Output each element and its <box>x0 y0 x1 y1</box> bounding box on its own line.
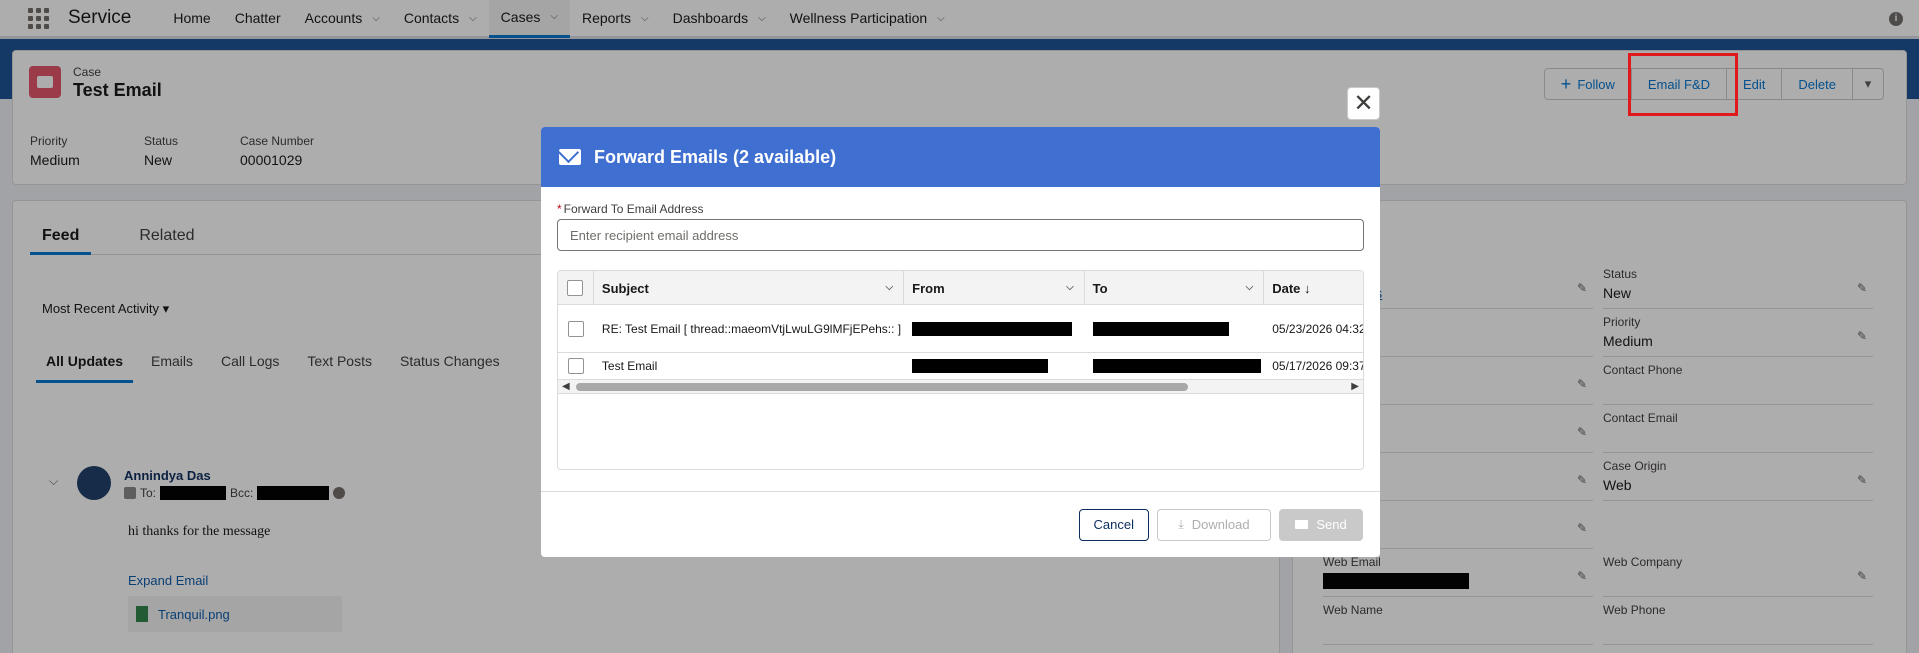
horizontal-scrollbar[interactable]: ◀ ▶ <box>558 380 1363 394</box>
table-row[interactable]: RE: Test Email [ thread::maeomVtjLwuLG9l… <box>558 305 1363 353</box>
emails-table: Subject ⌵ From ⌵ To ⌵ Date ↓ RE: Test Email… <box>557 270 1364 470</box>
date-cell: 05/17/2026 09:37 AM <box>1272 359 1363 373</box>
download-icon: ⤓ <box>1178 517 1184 531</box>
to-cell <box>1085 353 1265 379</box>
row-select-cell <box>558 305 594 352</box>
forward-to-label: * Forward To Email Address <box>557 202 1364 216</box>
table-row[interactable]: Test Email 05/17/2026 09:37 AM <box>558 353 1363 380</box>
column-header-to[interactable]: To ⌵ <box>1085 271 1265 305</box>
column-header-subject[interactable]: Subject ⌵ <box>594 271 905 305</box>
cancel-button[interactable]: Cancel <box>1078 508 1149 541</box>
from-cell <box>904 353 1085 379</box>
redacted-to <box>1092 321 1229 336</box>
date-cell: 05/23/2026 04:32 PM <box>1272 321 1363 336</box>
close-modal-button[interactable]: ✕ <box>1347 87 1380 120</box>
modal-footer: Cancel ⤓ Download Send <box>541 491 1380 557</box>
row-checkbox[interactable] <box>567 358 584 374</box>
button-label: Download <box>1191 517 1250 532</box>
select-all-cell <box>558 271 594 305</box>
modal-body: *Forward To Email Address Subject ⌵ From ⌵… <box>557 202 1364 470</box>
modal-header: Forward Emails (2 available) <box>541 127 1380 187</box>
close-icon: ✕ <box>1353 90 1374 117</box>
scroll-right-icon[interactable]: ▶ <box>1351 381 1359 392</box>
download-button[interactable]: ⤓ Download <box>1157 508 1271 541</box>
table-header: Subject ⌵ From ⌵ To ⌵ Date ↓ <box>558 271 1363 305</box>
send-button[interactable]: Send <box>1279 508 1363 541</box>
redacted-from <box>912 359 1049 373</box>
annotation-highlight-box <box>1628 53 1738 116</box>
email-icon <box>559 149 581 165</box>
to-cell <box>1085 305 1265 352</box>
button-label: Send <box>1316 517 1347 532</box>
subject-cell: Test Email <box>601 359 658 373</box>
row-checkbox[interactable] <box>567 320 584 337</box>
chevron-down-icon[interactable]: ⌵ <box>1246 282 1254 293</box>
recipient-email-input[interactable] <box>557 219 1364 251</box>
subject-cell: RE: Test Email [ thread::maeomVtjLwuLG9l… <box>601 321 902 336</box>
column-label: Subject <box>601 280 649 296</box>
redacted-to <box>1092 359 1261 373</box>
column-header-date[interactable]: Date ↓ <box>1264 271 1363 305</box>
row-select-cell <box>558 353 594 379</box>
from-cell <box>904 305 1085 352</box>
scrollbar-thumb[interactable] <box>576 383 1188 391</box>
column-label: To <box>1092 280 1108 296</box>
forward-emails-modal: Forward Emails (2 available) * Forward To… <box>541 127 1380 557</box>
scroll-left-icon[interactable]: ◀ <box>562 381 570 392</box>
chevron-down-icon[interactable]: ⌵ <box>1066 282 1074 293</box>
chevron-down-icon[interactable]: ⌵ <box>886 282 894 293</box>
button-label: Cancel <box>1093 517 1134 532</box>
column-header-from[interactable]: From ⌵ <box>904 271 1085 305</box>
modal-title: Forward Emails (2 available) <box>594 146 837 167</box>
column-label: Date ↓ <box>1272 280 1311 296</box>
label-text: Forward To Email Address <box>563 202 704 216</box>
email-icon <box>1295 520 1309 529</box>
column-label: From <box>912 280 945 296</box>
select-all-checkbox[interactable] <box>567 280 584 296</box>
required-asterisk: * <box>557 202 562 216</box>
redacted-from <box>912 321 1073 336</box>
